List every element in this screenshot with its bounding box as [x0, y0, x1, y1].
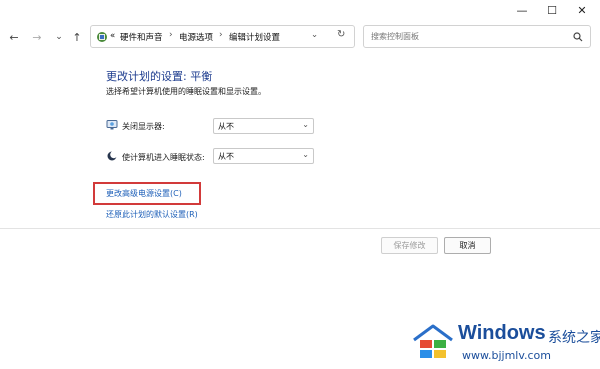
address-bar[interactable]: « 硬件和声音 › 电源选项 › 编辑计划设置 ⌄ ↻: [90, 25, 355, 48]
minimize-icon: —: [516, 3, 528, 17]
maximize-icon: ☐: [547, 3, 557, 17]
chevron-down-icon: ⌄: [302, 150, 309, 159]
save-changes-button[interactable]: 保存修改: [381, 237, 438, 254]
highlight-box: [93, 182, 201, 205]
turn-off-display-label: 关闭显示器:: [122, 122, 165, 131]
turn-off-display-select[interactable]: 从不 ⌄: [213, 118, 314, 134]
breadcrumb-hardware-sound[interactable]: 硬件和声音: [120, 31, 163, 43]
up-button[interactable]: ↑: [69, 29, 85, 45]
recent-locations-button[interactable]: ⌄: [51, 29, 67, 45]
search-placeholder: 搜索控制面板: [371, 32, 419, 41]
minimize-button[interactable]: —: [507, 0, 537, 20]
monitor-icon: [106, 120, 118, 130]
title-bar: — ☐ ✕: [0, 0, 600, 20]
control-panel-icon: [97, 32, 107, 42]
watermark: Windows 系统之家 www.bjjmlv.com: [410, 318, 600, 369]
restore-defaults-link[interactable]: 还原此计划的默认设置(R): [106, 209, 198, 220]
back-arrow-icon: ←: [9, 30, 19, 44]
search-box[interactable]: 搜索控制面板: [363, 25, 591, 48]
sleep-select[interactable]: 从不 ⌄: [213, 148, 314, 164]
watermark-site-name: 系统之家: [548, 330, 600, 346]
chevron-down-icon: ⌄: [302, 120, 309, 129]
cancel-button[interactable]: 取消: [444, 237, 491, 254]
page-title: 更改计划的设置: 平衡: [106, 70, 213, 83]
windows-logo-icon: [413, 324, 453, 358]
chevron-down-icon: ⌄: [55, 32, 63, 42]
watermark-brand: Windows: [458, 322, 546, 344]
moon-icon: [107, 151, 118, 161]
close-button[interactable]: ✕: [567, 0, 597, 20]
refresh-icon[interactable]: ↻: [337, 29, 345, 40]
address-dropdown-icon[interactable]: ⌄: [311, 30, 318, 40]
close-icon: ✕: [577, 3, 587, 17]
turn-off-display-value: 从不: [218, 122, 234, 131]
page-subtitle: 选择希望计算机使用的睡眠设置和显示设置。: [106, 87, 266, 96]
breadcrumb-overflow[interactable]: «: [110, 31, 115, 41]
watermark-url: www.bjjmlv.com: [462, 349, 551, 362]
breadcrumb-separator: ›: [219, 30, 223, 40]
forward-arrow-icon: →: [32, 30, 42, 44]
breadcrumb-separator: ›: [169, 30, 173, 40]
up-arrow-icon: ↑: [72, 30, 82, 44]
sleep-value: 从不: [218, 152, 234, 161]
maximize-button[interactable]: ☐: [537, 0, 567, 20]
forward-button[interactable]: →: [29, 29, 45, 45]
sleep-label: 使计算机进入睡眠状态:: [122, 153, 205, 162]
search-icon[interactable]: [573, 32, 583, 42]
divider: [0, 228, 600, 229]
back-button[interactable]: ←: [6, 29, 22, 45]
breadcrumb-power-options[interactable]: 电源选项: [179, 31, 213, 43]
breadcrumb-edit-plan[interactable]: 编辑计划设置: [229, 31, 280, 43]
